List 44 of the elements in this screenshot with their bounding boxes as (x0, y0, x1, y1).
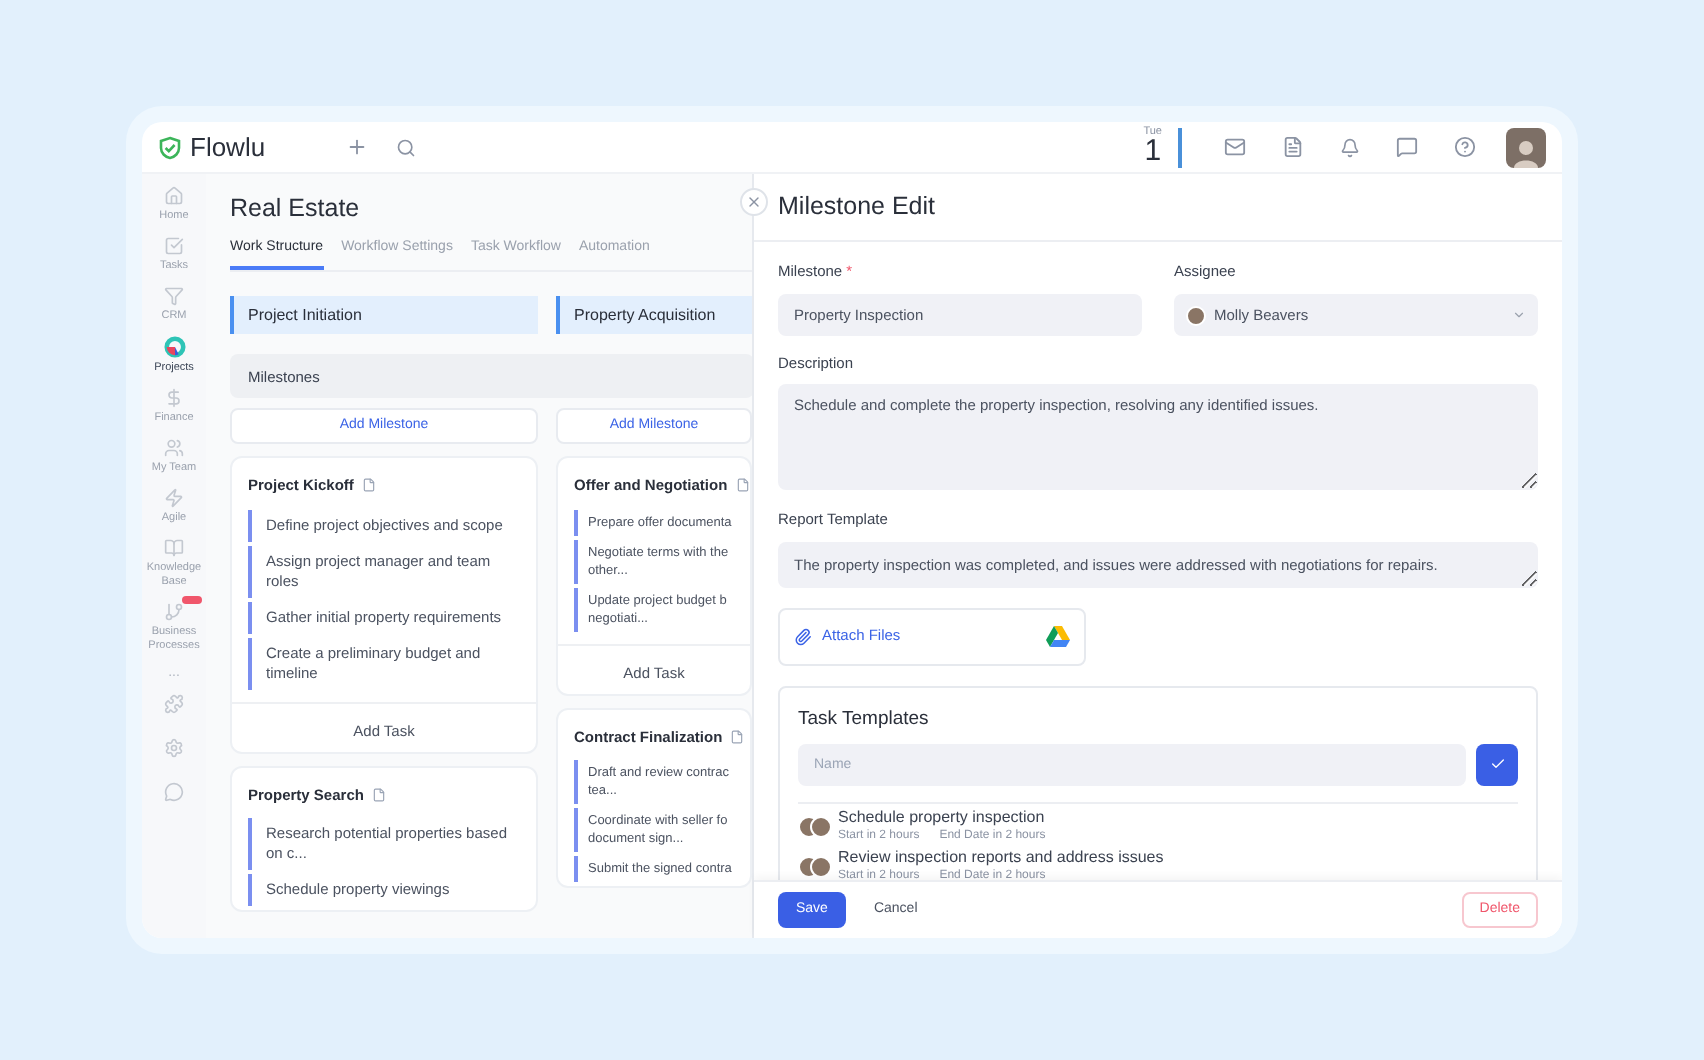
bell-icon[interactable] (1340, 137, 1360, 157)
close-icon (746, 194, 762, 210)
stage-header: Property Acquisition (556, 296, 752, 335)
mail-icon[interactable] (1224, 136, 1246, 158)
dollar-icon (164, 388, 184, 408)
add-icon[interactable] (345, 136, 368, 158)
avatar (1186, 305, 1206, 325)
avatar (810, 815, 832, 838)
section-title: Task Templates (798, 705, 931, 733)
document-icon (361, 478, 376, 493)
close-button[interactable] (740, 188, 768, 216)
check-icon (1489, 756, 1505, 773)
lightning-icon (164, 488, 184, 508)
drive-icon (1046, 625, 1070, 647)
task-template-title: Schedule property inspection (838, 807, 1046, 828)
day-number: 1 (1144, 138, 1162, 167)
confirm-button[interactable] (1476, 743, 1518, 786)
note-icon[interactable] (1282, 136, 1304, 158)
stage-header: Project Initiation (230, 296, 538, 335)
panel-title: Milestone Edit (778, 190, 936, 225)
help-icon[interactable] (1454, 136, 1476, 158)
gear-icon[interactable] (164, 738, 184, 758)
check-icon (164, 236, 184, 256)
puzzle-icon[interactable] (164, 694, 184, 714)
chat-icon[interactable] (1396, 136, 1418, 158)
chevron-down-icon (1512, 308, 1526, 322)
project-title: Real Estate (230, 192, 362, 226)
document-icon (735, 478, 750, 493)
people-icon (164, 438, 184, 458)
home-icon (164, 186, 184, 206)
chat-bubble-icon[interactable] (164, 782, 184, 802)
book-icon (164, 538, 184, 558)
user-avatar[interactable] (1506, 127, 1546, 167)
document-icon (371, 787, 386, 802)
document-icon (730, 729, 745, 744)
person-silhouette-icon (1512, 135, 1540, 167)
projects-icon (163, 336, 185, 358)
search-icon[interactable] (395, 137, 416, 157)
task-template-title: Review inspection reports and address issues (838, 847, 1164, 868)
funnel-icon (164, 286, 184, 306)
logo-text: Flowlu (190, 129, 266, 166)
logo-icon (158, 135, 182, 159)
paperclip-icon (794, 627, 812, 645)
branch-icon (164, 602, 184, 622)
